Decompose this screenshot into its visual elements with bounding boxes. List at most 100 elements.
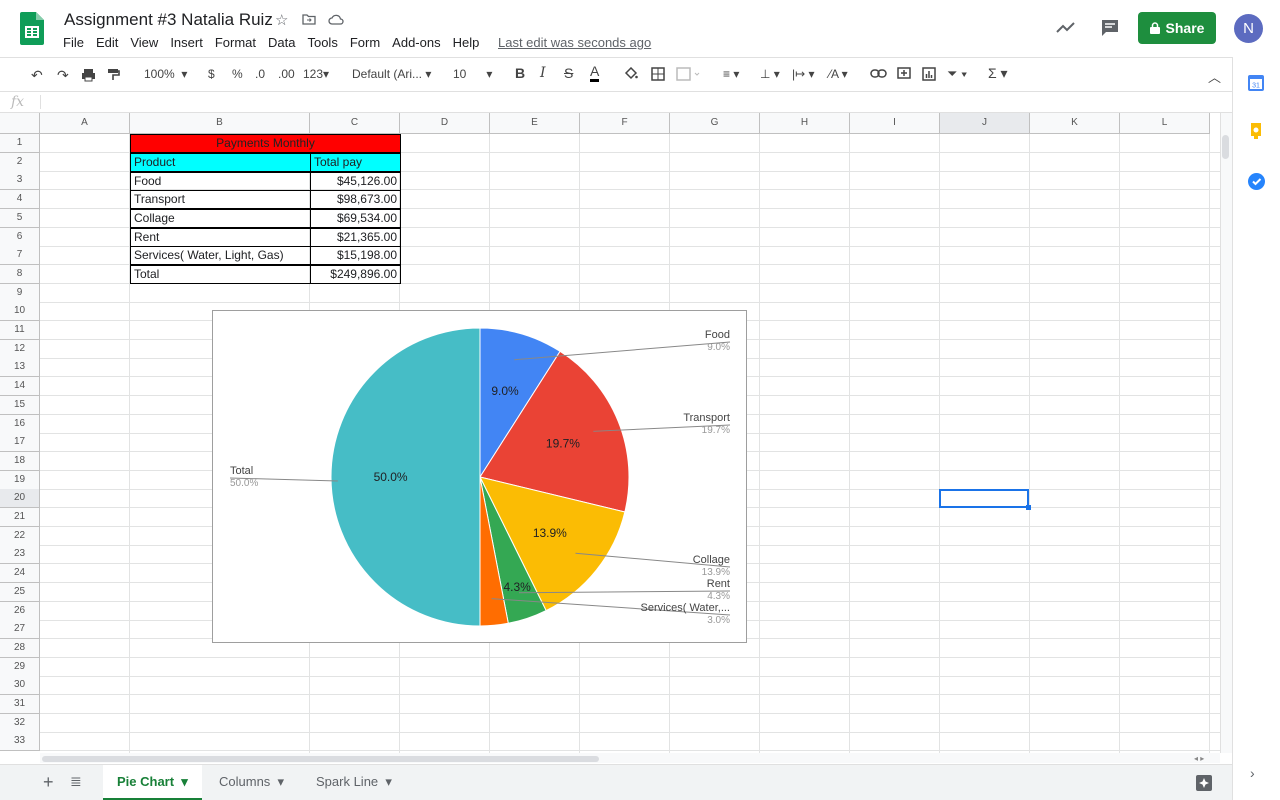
menu-insert[interactable]: Insert — [170, 35, 203, 50]
total-pay-cell[interactable]: $69,534.00 — [310, 208, 401, 228]
total-pay-cell[interactable]: $15,198.00 — [310, 246, 401, 266]
column-header-h[interactable]: H — [760, 113, 850, 134]
menu-form[interactable]: Form — [350, 35, 380, 50]
calendar-icon[interactable]: 31 — [1248, 75, 1264, 91]
pie-chart[interactable]: 9.0% 19.7% 13.9% 4.3% 50.0% Food 9.0% Transport… — [212, 310, 747, 643]
comments-icon[interactable] — [1101, 19, 1119, 37]
print-icon[interactable] — [81, 68, 96, 82]
share-button[interactable]: Share — [1138, 12, 1216, 44]
functions-icon[interactable]: Σ ▾ — [988, 65, 1008, 82]
menu-edit[interactable]: Edit — [96, 35, 118, 50]
row-header-18[interactable]: 18 — [0, 451, 40, 471]
row-header-26[interactable]: 26 — [0, 601, 40, 621]
menu-format[interactable]: Format — [215, 35, 256, 50]
row-header-7[interactable]: 7 — [0, 246, 40, 266]
row-header-20[interactable]: 20 — [0, 489, 40, 509]
product-cell[interactable]: Total — [130, 265, 311, 284]
fill-color-icon[interactable] — [624, 67, 638, 81]
insert-comment-icon[interactable] — [897, 67, 911, 81]
star-icon[interactable]: ☆ — [275, 11, 288, 29]
row-header-21[interactable]: 21 — [0, 508, 40, 527]
row-header-12[interactable]: 12 — [0, 339, 40, 359]
selected-cell-j20[interactable] — [939, 489, 1029, 508]
column-header-a[interactable]: A — [40, 113, 130, 134]
column-header-f[interactable]: F — [580, 113, 670, 134]
column-header-k[interactable]: K — [1030, 113, 1120, 134]
row-header-1[interactable]: 1 — [0, 134, 40, 153]
row-header-19[interactable]: 19 — [0, 470, 40, 490]
vertical-scroll-thumb[interactable] — [1222, 135, 1229, 159]
row-header-11[interactable]: 11 — [0, 321, 40, 340]
insert-chart-icon[interactable] — [922, 67, 936, 81]
row-header-16[interactable]: 16 — [0, 414, 40, 434]
row-header-13[interactable]: 13 — [0, 358, 40, 378]
total-pay-cell[interactable]: $21,365.00 — [310, 227, 401, 247]
bold-icon[interactable]: B — [515, 65, 525, 81]
zoom-select[interactable]: 100% ▾ — [144, 67, 187, 81]
column-header-b[interactable]: B — [130, 113, 310, 134]
fill-handle[interactable] — [1026, 505, 1031, 510]
column-header-l[interactable]: L — [1120, 113, 1210, 134]
collapse-toolbar-icon[interactable]: ︿ — [1208, 67, 1221, 86]
column-header-c[interactable]: C — [310, 113, 400, 134]
text-color-icon[interactable]: A — [590, 63, 600, 82]
product-cell[interactable]: Services( Water, Light, Gas) — [130, 246, 311, 266]
sheets-logo-icon[interactable] — [20, 12, 44, 45]
table-title-cell[interactable]: Payments Monthly — [130, 134, 401, 153]
strikethrough-icon[interactable]: S — [564, 65, 573, 81]
filter-icon[interactable]: ⏷ ▾ — [947, 66, 967, 82]
row-header-4[interactable]: 4 — [0, 190, 40, 210]
redo-icon[interactable]: ↷ — [57, 67, 69, 84]
last-edit-link[interactable]: Last edit was seconds ago — [498, 35, 651, 50]
header-product-cell[interactable]: Product — [130, 153, 311, 172]
expand-side-panel-icon[interactable]: › — [1250, 765, 1255, 781]
row-header-14[interactable]: 14 — [0, 377, 40, 397]
undo-icon[interactable]: ↶ — [31, 67, 43, 84]
header-total-pay-cell[interactable]: Total pay — [310, 153, 401, 172]
column-header-d[interactable]: D — [400, 113, 490, 134]
row-header-3[interactable]: 3 — [0, 171, 40, 191]
product-cell[interactable]: Rent — [130, 227, 311, 247]
row-header-2[interactable]: 2 — [0, 152, 40, 172]
move-folder-icon[interactable] — [302, 13, 316, 25]
product-cell[interactable]: Food — [130, 171, 311, 191]
font-size-select[interactable]: 10 ▾ — [453, 67, 492, 81]
text-rotation-icon[interactable]: ⁄A ▾ — [829, 67, 848, 81]
row-header-24[interactable]: 24 — [0, 564, 40, 584]
font-select[interactable]: Default (Ari... ▾ — [352, 67, 431, 81]
row-header-5[interactable]: 5 — [0, 208, 40, 228]
horizontal-align-icon[interactable]: ≡ ▾ — [723, 67, 739, 81]
menu-help[interactable]: Help — [453, 35, 480, 50]
all-sheets-icon[interactable]: ≣ — [70, 773, 82, 790]
row-header-8[interactable]: 8 — [0, 264, 40, 284]
row-header-23[interactable]: 23 — [0, 545, 40, 565]
row-header-6[interactable]: 6 — [0, 227, 40, 247]
row-header-32[interactable]: 32 — [0, 713, 40, 733]
row-header-9[interactable]: 9 — [0, 283, 40, 303]
column-header-i[interactable]: I — [850, 113, 940, 134]
row-header-15[interactable]: 15 — [0, 395, 40, 415]
menu-view[interactable]: View — [130, 35, 158, 50]
number-format-select[interactable]: 123▾ — [303, 67, 329, 81]
product-cell[interactable]: Collage — [130, 208, 311, 228]
column-header-g[interactable]: G — [670, 113, 760, 134]
total-pay-cell[interactable]: $45,126.00 — [310, 171, 401, 191]
horizontal-scroll-thumb[interactable] — [42, 756, 599, 762]
row-header-22[interactable]: 22 — [0, 526, 40, 546]
borders-icon[interactable] — [651, 67, 665, 81]
row-header-10[interactable]: 10 — [0, 302, 40, 322]
formula-bar[interactable] — [0, 92, 1232, 113]
row-header-29[interactable]: 29 — [0, 657, 40, 677]
row-header-17[interactable]: 17 — [0, 433, 40, 453]
document-title[interactable]: Assignment #3 Natalia Ruiz — [64, 10, 273, 30]
vertical-align-icon[interactable]: ⊥ ▾ — [760, 67, 780, 81]
row-header-27[interactable]: 27 — [0, 620, 40, 640]
column-header-e[interactable]: E — [490, 113, 580, 134]
tasks-icon[interactable] — [1248, 173, 1265, 190]
tab-columns[interactable]: Columns ▾ — [205, 765, 298, 800]
add-sheet-icon[interactable]: + — [43, 772, 54, 793]
row-header-31[interactable]: 31 — [0, 695, 40, 714]
row-header-33[interactable]: 33 — [0, 732, 40, 752]
total-pay-cell[interactable]: $249,896.00 — [310, 265, 401, 284]
insert-link-icon[interactable] — [870, 69, 887, 78]
